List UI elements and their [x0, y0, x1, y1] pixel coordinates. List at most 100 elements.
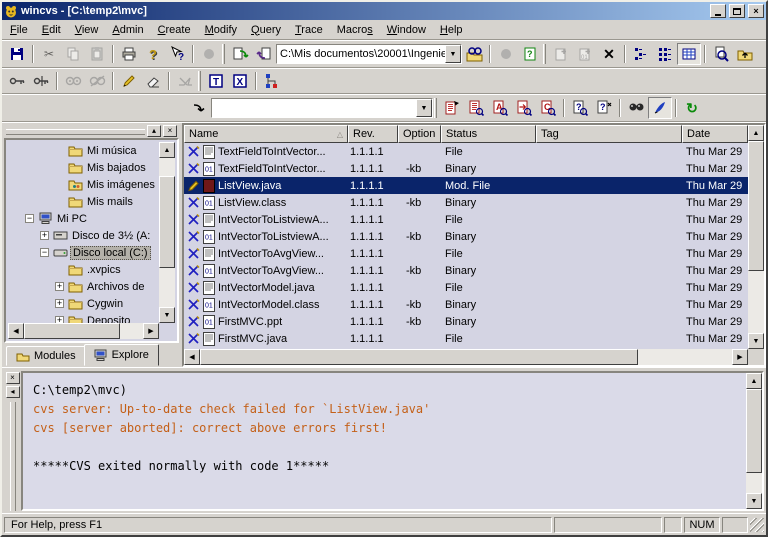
tab-modules[interactable]: Modules: [6, 346, 86, 366]
menu-view[interactable]: View: [68, 22, 106, 38]
file-row[interactable]: 01IntVectorModel.class1.1.1.1-kbBinaryTh…: [184, 296, 748, 313]
menu-edit[interactable]: Edit: [35, 22, 68, 38]
tree-item[interactable]: +Disco de 3½ (A:: [8, 227, 159, 244]
file-row[interactable]: TextFieldToIntVector...1.1.1.1FileThu Ma…: [184, 143, 748, 160]
macros-help-button[interactable]: ?: [518, 43, 542, 65]
maximize-button[interactable]: [729, 4, 745, 18]
tree-item[interactable]: Mis bajados: [8, 159, 159, 176]
stop-cvs-button[interactable]: [494, 43, 518, 65]
tree-item[interactable]: +Archivos de: [8, 278, 159, 295]
pin-panel-button[interactable]: ▴: [147, 125, 161, 137]
filter-combobox[interactable]: ▼: [211, 98, 433, 118]
collapse-console-icon[interactable]: ◂: [6, 386, 20, 398]
expander-plus-icon[interactable]: +: [55, 299, 64, 308]
column-header-tag[interactable]: Tag: [536, 125, 682, 143]
file-row[interactable]: IntVectorToAvgView...1.1.1.1FileThu Mar …: [184, 245, 748, 262]
dropdown-icon[interactable]: ▼: [416, 99, 432, 117]
print-button[interactable]: [117, 43, 141, 65]
goto-arrow-button[interactable]: [187, 97, 211, 119]
scroll-thumb[interactable]: [748, 141, 764, 271]
menu-trace[interactable]: Trace: [288, 22, 330, 38]
branch-graph-button[interactable]: [260, 70, 284, 92]
scroll-up-icon[interactable]: ▲: [748, 125, 764, 141]
tree-item[interactable]: Mi música: [8, 142, 159, 159]
column-header-option[interactable]: Option: [398, 125, 441, 143]
refresh-button[interactable]: ↻: [680, 97, 704, 119]
watch-on-button[interactable]: [61, 70, 85, 92]
scroll-thumb[interactable]: [159, 176, 175, 268]
unedit-button[interactable]: [141, 70, 165, 92]
menu-file[interactable]: File: [3, 22, 35, 38]
close-button[interactable]: ×: [748, 4, 764, 18]
menu-query[interactable]: Query: [244, 22, 288, 38]
file-row[interactable]: IntVectorModel.java1.1.1.1FileThu Mar 29: [184, 279, 748, 296]
watch-off-button[interactable]: [85, 70, 109, 92]
flat-mode-button[interactable]: [629, 43, 653, 65]
tab-explore[interactable]: Explore: [84, 344, 159, 366]
tree-item[interactable]: Mis mails: [8, 193, 159, 210]
menu-help[interactable]: Help: [433, 22, 470, 38]
title-bar[interactable]: wincvs - [C:\temp2\mvc] ×: [2, 2, 766, 20]
report-mode-button[interactable]: [677, 43, 701, 65]
tree-item[interactable]: +Cygwin: [8, 295, 159, 312]
file-row[interactable]: ListView.java1.1.1.1Mod. FileThu Mar 29: [184, 177, 748, 194]
file-row[interactable]: 01ListView.class1.1.1.1-kbBinaryThu Mar …: [184, 194, 748, 211]
tree-item[interactable]: Mis imágenes: [8, 176, 159, 193]
filter-unknown-button[interactable]: ?: [568, 97, 592, 119]
help-button[interactable]: ?: [141, 43, 165, 65]
tree-horizontal-scrollbar[interactable]: ◀ ▶: [8, 323, 159, 339]
scroll-thumb[interactable]: [746, 389, 762, 473]
scroll-up-icon[interactable]: ▲: [159, 142, 175, 158]
resize-grip[interactable]: [750, 518, 764, 532]
paste-button[interactable]: [85, 43, 109, 65]
explore-view-button[interactable]: [709, 43, 733, 65]
tag-button[interactable]: T: [204, 70, 228, 92]
stop-button[interactable]: [197, 43, 221, 65]
file-row[interactable]: 01FirstMVC.ppt1.1.1.1-kbBinaryThu Mar 29: [184, 313, 748, 330]
add-binary-button[interactable]: 01: [573, 43, 597, 65]
location-combobox[interactable]: C:\Mis documentos\20001\Ingenieria ▼: [276, 44, 462, 64]
expander-minus-icon[interactable]: −: [40, 248, 49, 257]
expander-plus-icon[interactable]: +: [55, 316, 64, 323]
dropdown-icon[interactable]: ▼: [445, 45, 461, 63]
save-button[interactable]: [5, 43, 29, 65]
panel-dock-bar[interactable]: ▴ ×: [4, 124, 179, 138]
unlock-button[interactable]: [29, 70, 53, 92]
context-help-button[interactable]: ?: [165, 43, 189, 65]
release-button[interactable]: [173, 70, 197, 92]
filter-added-button[interactable]: A: [488, 97, 512, 119]
scroll-up-icon[interactable]: ▲: [746, 373, 762, 389]
browse-location-button[interactable]: [462, 43, 486, 65]
expander-plus-icon[interactable]: +: [40, 231, 49, 240]
menu-modify[interactable]: Modify: [198, 22, 244, 38]
up-directory-button[interactable]: [733, 43, 757, 65]
filter-conflict-button[interactable]: C: [536, 97, 560, 119]
checkout-module-button[interactable]: [228, 43, 252, 65]
filter-ignored-button[interactable]: ?: [592, 97, 616, 119]
file-row[interactable]: 01IntVectorToAvgView...1.1.1.1-kbBinaryT…: [184, 262, 748, 279]
column-header-rev[interactable]: Rev.: [348, 125, 398, 143]
recurse-mode-button[interactable]: [653, 43, 677, 65]
column-header-status[interactable]: Status: [441, 125, 536, 143]
tree-item[interactable]: −Mi PC: [8, 210, 159, 227]
filter-removed-button[interactable]: [512, 97, 536, 119]
scroll-down-icon[interactable]: ▼: [746, 493, 762, 509]
column-header-name[interactable]: Name△: [184, 125, 348, 143]
close-panel-icon[interactable]: ×: [163, 125, 177, 137]
file-row[interactable]: 01TextFieldToIntVector...1.1.1.1-kbBinar…: [184, 160, 748, 177]
menu-admin[interactable]: Admin: [105, 22, 150, 38]
untag-button[interactable]: X: [228, 70, 252, 92]
minimize-button[interactable]: [710, 4, 726, 18]
scroll-left-icon[interactable]: ◀: [184, 349, 200, 365]
file-row[interactable]: FirstMVC.java1.1.1.1FileThu Mar 29: [184, 330, 748, 347]
file-row[interactable]: 01IntVectorToListviewA...1.1.1.1-kbBinar…: [184, 228, 748, 245]
filter-modified-button[interactable]: [464, 97, 488, 119]
menu-macros[interactable]: Macros: [330, 22, 380, 38]
list-horizontal-scrollbar[interactable]: ◀ ▶: [184, 349, 748, 365]
column-header-date[interactable]: Date: [682, 125, 748, 143]
menu-create[interactable]: Create: [151, 22, 198, 38]
checkin-button[interactable]: [252, 43, 276, 65]
commit-modified-button[interactable]: [440, 97, 464, 119]
search-files-button[interactable]: [624, 97, 648, 119]
expander-plus-icon[interactable]: +: [55, 282, 64, 291]
